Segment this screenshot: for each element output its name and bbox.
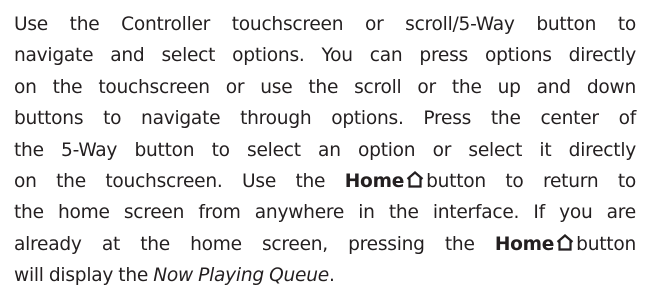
text-line: on the touchscreen or use the scroll or … — [14, 72, 636, 103]
line-text: navigate and select options. You can pre… — [14, 45, 636, 67]
text-line: buttons to navigate through options. Pre… — [14, 103, 636, 134]
line-text: on the touchscreen or use the scroll or … — [14, 76, 636, 98]
home-button-label: Home — [344, 171, 405, 193]
text-line: Use the Controller touchscreen or scroll… — [14, 9, 636, 40]
text-line: the 5-Way button to select an option or … — [14, 135, 636, 166]
document-page: Use the Controller touchscreen or scroll… — [0, 0, 650, 292]
line-text: button — [576, 233, 636, 255]
line-text: the 5-Way button to select an option or … — [14, 139, 636, 161]
text-line: the home screen from anywhere in the int… — [14, 197, 636, 228]
home-icon — [406, 171, 424, 188]
text-line: navigate and select options. You can pre… — [14, 40, 636, 71]
line-text: . — [328, 265, 335, 287]
line-text: already at the home screen, pressing the — [14, 233, 475, 255]
line-text: Use the Controller touchscreen or scroll… — [14, 14, 636, 35]
instructions-paragraph: Use the Controller touchscreen or scroll… — [14, 9, 650, 292]
line-text: on the touchscreen. Use the — [14, 171, 326, 193]
line-text: button to return to — [426, 171, 636, 193]
text-line: will display the Now Playing Queue. — [14, 260, 636, 291]
home-icon — [556, 233, 574, 251]
text-line: already at the home screen, pressing the… — [14, 229, 636, 260]
text-line: on the touchscreen. Use the Home button t… — [14, 166, 636, 197]
now-playing-queue-term: Now Playing Queue — [153, 265, 329, 287]
home-button-label: Home — [494, 233, 555, 255]
line-text: buttons to navigate through options. Pre… — [14, 108, 636, 130]
line-text: the home screen from anywhere in the int… — [14, 202, 636, 224]
line-text: will display the — [14, 265, 149, 287]
